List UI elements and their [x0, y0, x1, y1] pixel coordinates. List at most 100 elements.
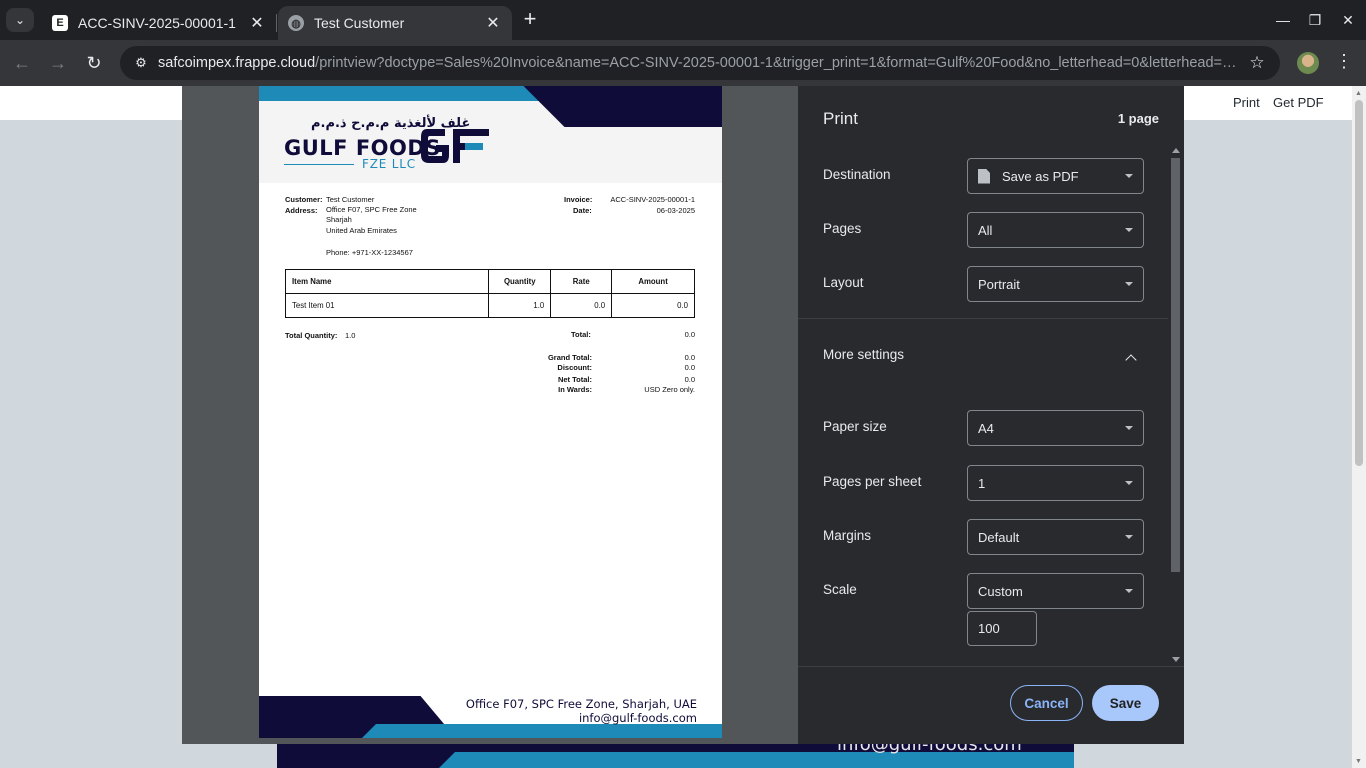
- footer-address: Office F07, SPC Free Zone, Sharjah, UAE: [465, 697, 697, 711]
- scroll-up-icon[interactable]: [1172, 148, 1180, 153]
- margins-select[interactable]: Default: [967, 519, 1144, 555]
- pages-per-sheet-select[interactable]: 1: [967, 465, 1144, 501]
- reload-icon[interactable]: ↻: [82, 51, 106, 75]
- chevron-up-icon[interactable]: [1125, 354, 1137, 366]
- pages-per-sheet-value: 1: [978, 475, 986, 491]
- more-settings-toggle[interactable]: More settings: [823, 347, 904, 362]
- items-table: Item Name Quantity Rate Amount Test Item…: [284, 269, 695, 318]
- gf-logo-icon: [421, 129, 489, 163]
- settings-scroll-thumb[interactable]: [1171, 158, 1180, 572]
- grand-total-value: 0.0: [684, 353, 695, 362]
- item-name-cell: Test Item 01: [284, 293, 490, 318]
- address-line: [326, 237, 417, 248]
- net-total-value: 0.0: [684, 375, 695, 384]
- margins-label: Margins: [823, 528, 872, 543]
- address-line: Office F07, SPC Free Zone: [326, 204, 417, 214]
- back-icon[interactable]: ←: [10, 51, 34, 75]
- scale-value: Custom: [978, 583, 1023, 599]
- url-path: /printview?doctype=Sales%20Invoice&name=…: [315, 55, 1238, 71]
- dropdown-caret-icon: [1125, 481, 1133, 485]
- pages-select[interactable]: All: [967, 212, 1144, 248]
- save-button[interactable]: Save: [1092, 685, 1159, 721]
- layout-select[interactable]: Portrait: [967, 266, 1144, 302]
- forward-icon[interactable]: →: [46, 51, 70, 75]
- browser-toolbar: ← → ↻ ⚙ safcoimpex.frappe.cloud/printvie…: [0, 40, 1366, 86]
- scroll-up-icon[interactable]: ▲: [1355, 90, 1362, 97]
- close-window-icon[interactable]: ✕: [1336, 8, 1360, 32]
- bookmark-star-icon[interactable]: ☆: [1246, 53, 1268, 73]
- scale-label: Scale: [823, 582, 857, 597]
- destination-select[interactable]: Save as PDF: [967, 158, 1144, 194]
- url-text[interactable]: safcoimpex.frappe.cloud/printview?doctyp…: [158, 55, 1238, 71]
- table-header-row: Item Name Quantity Rate Amount: [284, 269, 695, 294]
- background-invoice-footer: info@gulf-foods.com: [277, 744, 1074, 768]
- page-scrollbar[interactable]: ▲ ▼: [1352, 86, 1366, 768]
- section-divider: [798, 318, 1168, 319]
- print-title: Print: [823, 109, 858, 128]
- dialog-button-bar: Cancel Save: [798, 666, 1184, 744]
- net-total-label: Net Total:: [557, 375, 592, 384]
- tab-invoice[interactable]: E ACC-SINV-2025-00001-1 ✕: [42, 6, 276, 40]
- settings-scrollbar[interactable]: [1168, 146, 1184, 664]
- dropdown-caret-icon: [1125, 282, 1133, 286]
- print-preview-area: غلف لألغذية م.م.ح ذ.م.م GULF FOODS FZE L…: [182, 86, 798, 744]
- footer-email-partial: info@gulf-foods.com: [837, 744, 1022, 755]
- margins-value: Default: [978, 529, 1020, 545]
- invoice-number: ACC-SINV-2025-00001-1: [610, 195, 695, 204]
- scale-select[interactable]: Custom: [967, 573, 1144, 609]
- invoice-preview-page: غلف لألغذية م.م.ح ذ.م.م GULF FOODS FZE L…: [259, 86, 722, 738]
- page-scroll-thumb[interactable]: [1355, 100, 1363, 466]
- tab-test-customer[interactable]: ◍ Test Customer ✕: [278, 6, 512, 40]
- quantity-cell: 1.0: [488, 293, 552, 318]
- tab-title: Test Customer: [314, 15, 405, 31]
- tab-search-button[interactable]: ⌄: [6, 8, 34, 32]
- get-pdf-link[interactable]: Get PDF: [1273, 95, 1324, 110]
- column-header: Rate: [550, 269, 613, 294]
- close-tab-icon[interactable]: ✕: [248, 13, 266, 33]
- address-line: Sharjah: [326, 215, 352, 225]
- invoice-label: Invoice:: [564, 195, 593, 204]
- letterhead-header: غلف لألغذية م.م.ح ذ.م.م GULF FOODS FZE L…: [259, 86, 722, 183]
- print-settings-panel: Print 1 page Destination Save as PDF Pag…: [798, 86, 1184, 744]
- profile-avatar[interactable]: [1297, 52, 1319, 74]
- letterhead-footer: Office F07, SPC Free Zone, Sharjah, UAE …: [259, 694, 722, 738]
- destination-label: Destination: [823, 167, 891, 182]
- customer-label: Customer:: [285, 195, 323, 204]
- phone-line: Phone: +971-XX-1234567: [326, 247, 413, 257]
- dropdown-caret-icon: [1125, 535, 1133, 539]
- dropdown-caret-icon: [1125, 589, 1133, 593]
- layout-value: Portrait: [978, 276, 1020, 292]
- layout-label: Layout: [823, 275, 864, 290]
- total-quantity-label: Total Quantity:: [285, 331, 338, 340]
- address-block: Office F07, SPC Free Zone Sharjah United…: [326, 205, 417, 259]
- browser-menu-icon[interactable]: ⋮: [1333, 51, 1355, 75]
- header-navy-band: [523, 86, 722, 127]
- site-info-icon[interactable]: ⚙: [130, 52, 152, 74]
- tab-separator: [276, 14, 277, 32]
- restore-icon[interactable]: ❐: [1303, 8, 1327, 32]
- print-link[interactable]: Print: [1233, 95, 1260, 110]
- paper-size-select[interactable]: A4: [967, 410, 1144, 446]
- cancel-button[interactable]: Cancel: [1010, 685, 1083, 721]
- pdf-file-icon: [978, 168, 990, 184]
- scroll-down-icon[interactable]: [1172, 657, 1180, 662]
- dropdown-caret-icon: [1125, 426, 1133, 430]
- scale-input[interactable]: 100: [967, 611, 1037, 646]
- new-tab-button[interactable]: +: [518, 8, 542, 32]
- pages-value: All: [978, 222, 993, 238]
- address-bar[interactable]: ⚙ safcoimpex.frappe.cloud/printview?doct…: [120, 46, 1280, 80]
- minimize-icon[interactable]: —: [1271, 8, 1295, 32]
- discount-label: Discount:: [557, 363, 592, 372]
- total-quantity-value: 1.0: [345, 331, 356, 340]
- footer-blue-band: [362, 724, 722, 738]
- column-header: Quantity: [488, 269, 552, 294]
- dropdown-caret-icon: [1125, 174, 1133, 178]
- tab-title: ACC-SINV-2025-00001-1: [78, 15, 236, 31]
- total-label: Total:: [571, 330, 591, 339]
- grand-total-label: Grand Total:: [547, 353, 592, 362]
- scroll-down-icon[interactable]: ▼: [1355, 758, 1362, 765]
- paper-size-label: Paper size: [823, 419, 887, 434]
- close-tab-icon[interactable]: ✕: [484, 13, 502, 33]
- column-header: Item Name: [284, 269, 490, 294]
- footer-contact: Office F07, SPC Free Zone, Sharjah, UAE …: [466, 697, 697, 725]
